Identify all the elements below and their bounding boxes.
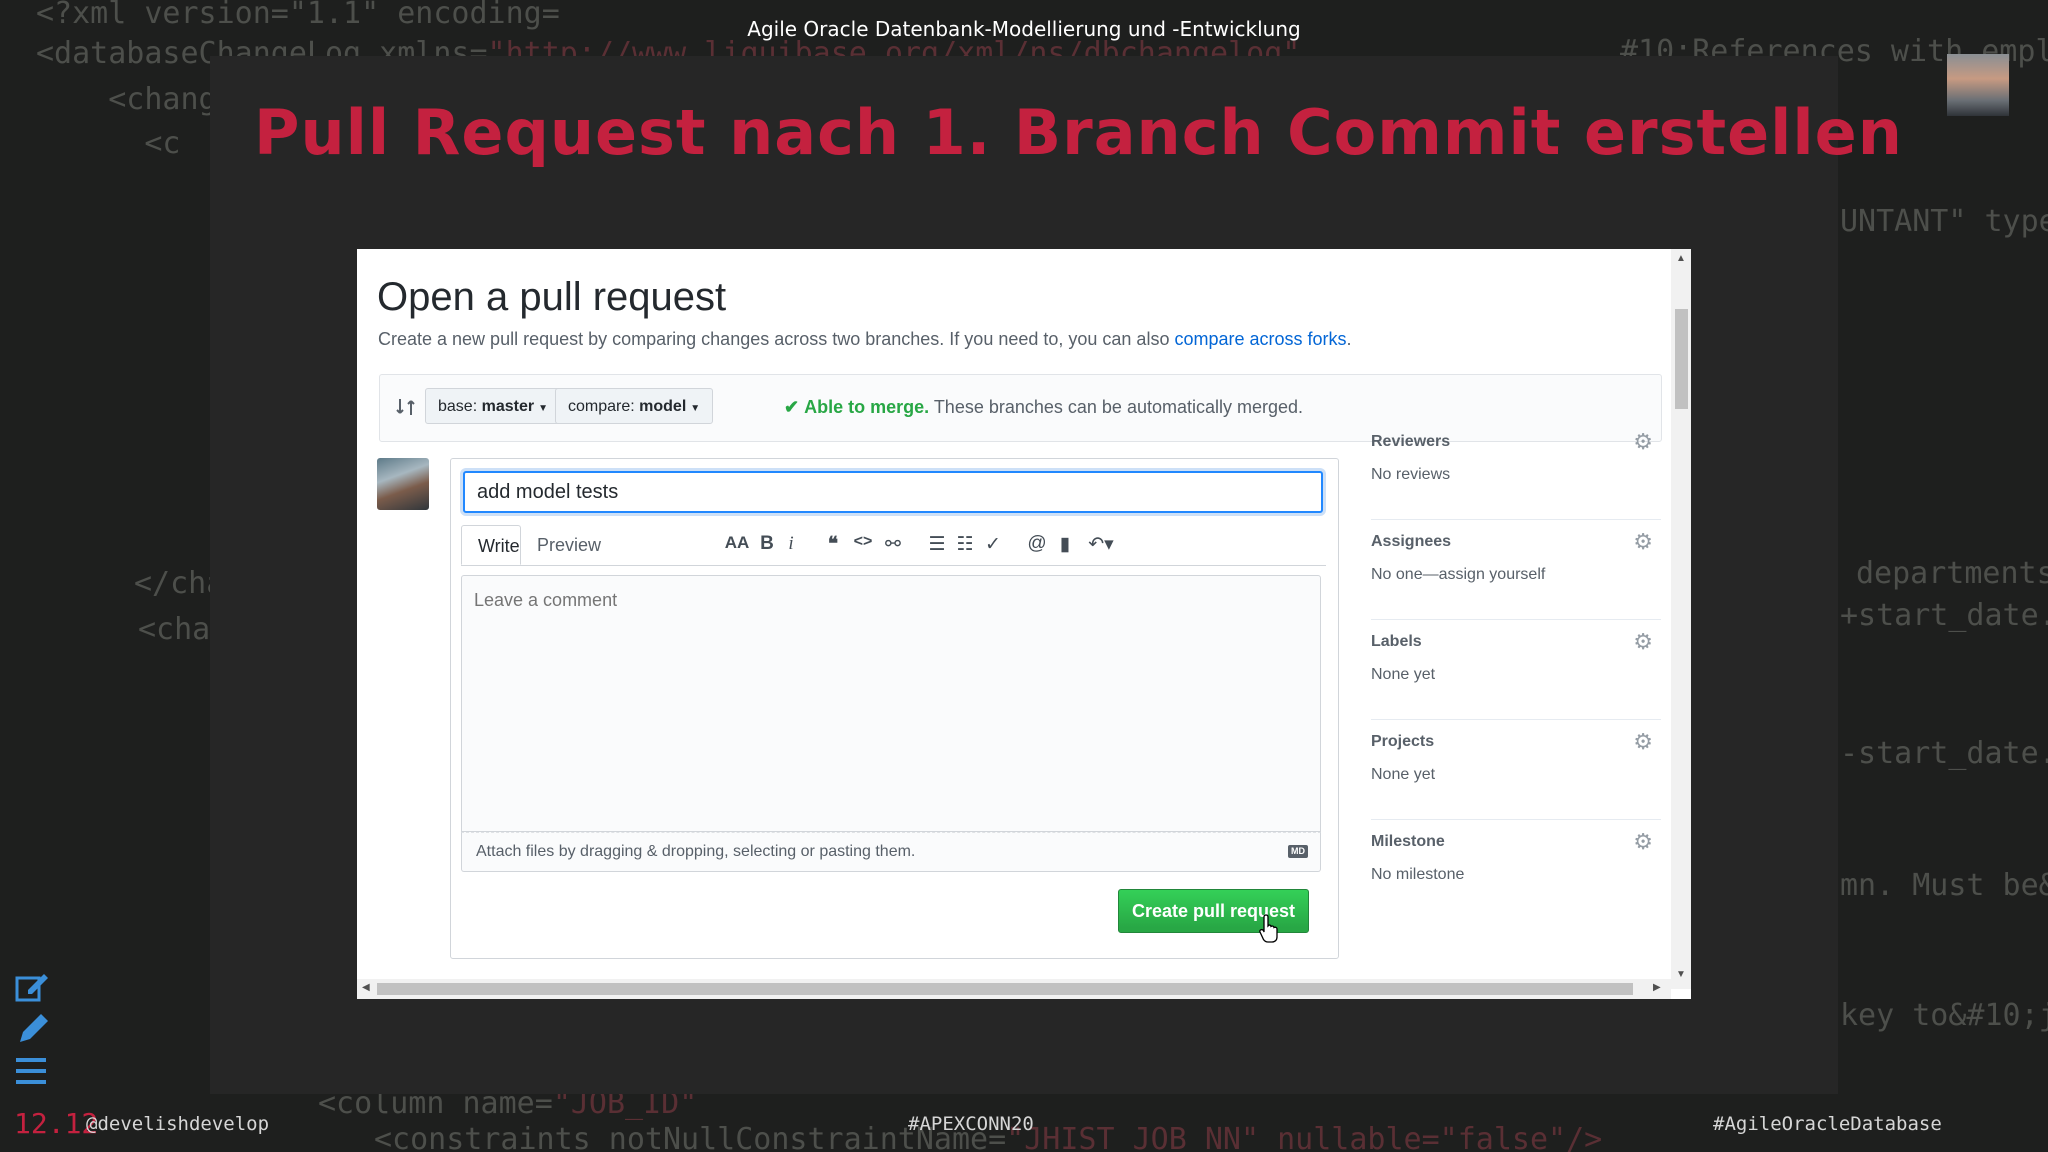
sidebar-title: Reviewers <box>1371 433 1451 450</box>
footer-handle: @develishdevelop <box>86 1113 270 1135</box>
sidebar-title: Projects <box>1371 733 1435 750</box>
check-icon: ✔ <box>784 397 800 417</box>
compare-branch-select[interactable]: compare: model ▼ <box>555 388 714 424</box>
base-value: master <box>481 398 535 415</box>
slide-headline: Pull Request nach 1. Branch Commit erste… <box>254 96 1903 169</box>
tab-preview[interactable]: Preview <box>521 525 617 565</box>
gear-icon[interactable]: ⚙ <box>1633 629 1653 655</box>
comment-textarea[interactable] <box>461 575 1321 832</box>
scroll-thumb[interactable] <box>1675 309 1688 409</box>
attach-files-bar[interactable]: Attach files by dragging & dropping, sel… <box>461 832 1321 872</box>
code-line: mn. Must be&# <box>1840 868 2048 903</box>
tab-divider <box>461 565 1326 566</box>
unordered-list-icon[interactable]: ☰ <box>923 533 951 556</box>
attach-text: Attach files by dragging & dropping, sel… <box>476 843 916 860</box>
italic-icon[interactable]: i <box>777 533 805 555</box>
scroll-up-icon[interactable]: ▲ <box>1676 253 1686 264</box>
sidebar-item-milestone: Milestone No milestone ⚙ <box>1371 819 1661 919</box>
scroll-left-icon[interactable]: ◀ <box>362 982 370 993</box>
gear-icon[interactable]: ⚙ <box>1633 729 1653 755</box>
quote-icon[interactable]: ❝ <box>819 533 847 556</box>
horizontal-scrollbar[interactable]: ◀ ▶ <box>357 979 1671 999</box>
code-line: UNTANT" type= <box>1840 204 2048 239</box>
base-branch-select[interactable]: base: master ▼ <box>425 388 561 424</box>
menu-icon[interactable] <box>14 1054 50 1088</box>
pr-composer: Write Preview AA B i ❝ <> ⚯ ☰ ☷ ✓ @ ▮ ↶▾… <box>450 458 1339 959</box>
ordered-list-icon[interactable]: ☷ <box>951 533 979 556</box>
sidebar-title: Milestone <box>1371 833 1445 850</box>
description-end: . <box>1346 329 1352 349</box>
sidebar-value[interactable]: No one—assign yourself <box>1371 566 1545 584</box>
compare-arrows-icon <box>396 399 415 415</box>
merge-status: ✔ Able to merge. These branches can be a… <box>784 397 1303 418</box>
merge-ok-text: Able to merge. <box>804 397 930 417</box>
hand-cursor-icon <box>1259 914 1278 943</box>
sidebar-item-reviewers: Reviewers No reviews ⚙ <box>1371 419 1661 520</box>
sidebar-title: Labels <box>1371 633 1422 650</box>
sidebar-title: Assignees <box>1371 533 1452 550</box>
task-list-icon[interactable]: ✓ <box>979 533 1007 556</box>
description-text: Create a new pull request by comparing c… <box>378 329 1175 349</box>
bookmark-icon[interactable]: ▮ <box>1051 533 1079 556</box>
page-description: Create a new pull request by comparing c… <box>378 329 1352 350</box>
sidebar-value: No milestone <box>1371 866 1465 883</box>
vertical-scrollbar[interactable]: ▲ ▼ <box>1671 249 1691 989</box>
compare-forks-link[interactable]: compare across forks <box>1174 329 1346 349</box>
code-line: +start_date.& <box>1840 598 2048 633</box>
code-line: -start_date.& <box>1840 736 2048 771</box>
presentation-title: Agile Oracle Datenbank-Modellierung und … <box>747 17 1301 41</box>
link-icon[interactable]: ⚯ <box>879 533 907 556</box>
scroll-down-icon[interactable]: ▼ <box>1676 969 1686 980</box>
pr-title-input[interactable] <box>463 471 1323 513</box>
tab-write[interactable]: Write <box>461 525 521 565</box>
code-line: <cha <box>138 612 211 647</box>
gear-icon[interactable]: ⚙ <box>1633 529 1653 555</box>
sidebar-value: None yet <box>1371 766 1436 783</box>
reply-icon[interactable]: ↶▾ <box>1081 533 1121 556</box>
gear-icon[interactable]: ⚙ <box>1633 829 1653 855</box>
gear-icon[interactable]: ⚙ <box>1633 429 1653 455</box>
base-label: base: <box>438 398 478 415</box>
caret-down-icon: ▼ <box>538 403 548 414</box>
github-pr-screenshot: Open a pull request Create a new pull re… <box>357 249 1691 999</box>
code-line: departments <box>1856 556 2048 591</box>
sidebar-item-projects: Projects None yet ⚙ <box>1371 719 1661 820</box>
markdown-icon[interactable]: MD <box>1288 845 1308 858</box>
footer-hashtag-right: #AgileOracleDatabase <box>1713 1113 1942 1135</box>
compare-label: compare: <box>568 398 635 415</box>
speaker-video-thumbnail <box>1947 54 2009 116</box>
footer-hashtag-center: #APEXCONN20 <box>908 1113 1034 1135</box>
page-title: Open a pull request <box>377 275 727 319</box>
merge-text: These branches can be automatically merg… <box>929 397 1304 417</box>
compare-value: model <box>639 398 687 415</box>
code-line: <chang <box>36 82 217 117</box>
sidebar-value: No reviews <box>1371 466 1451 483</box>
code-line: <c <box>36 126 181 161</box>
caret-down-icon: ▼ <box>690 403 701 414</box>
mention-icon[interactable]: @ <box>1023 533 1051 555</box>
avatar[interactable] <box>377 458 429 510</box>
edit-icon[interactable] <box>14 970 50 1004</box>
code-line: key to&#10;jo <box>1840 998 2048 1033</box>
sidebar-item-labels: Labels None yet ⚙ <box>1371 619 1661 720</box>
text-size-icon[interactable]: AA <box>723 533 751 553</box>
scroll-thumb[interactable] <box>377 983 1633 995</box>
sidebar-value: None yet <box>1371 666 1436 683</box>
pen-icon[interactable] <box>14 1012 50 1046</box>
scroll-right-icon[interactable]: ▶ <box>1653 982 1661 993</box>
sidebar-item-assignees: Assignees No one—assign yourself ⚙ <box>1371 519 1661 620</box>
code-icon[interactable]: <> <box>849 533 877 551</box>
